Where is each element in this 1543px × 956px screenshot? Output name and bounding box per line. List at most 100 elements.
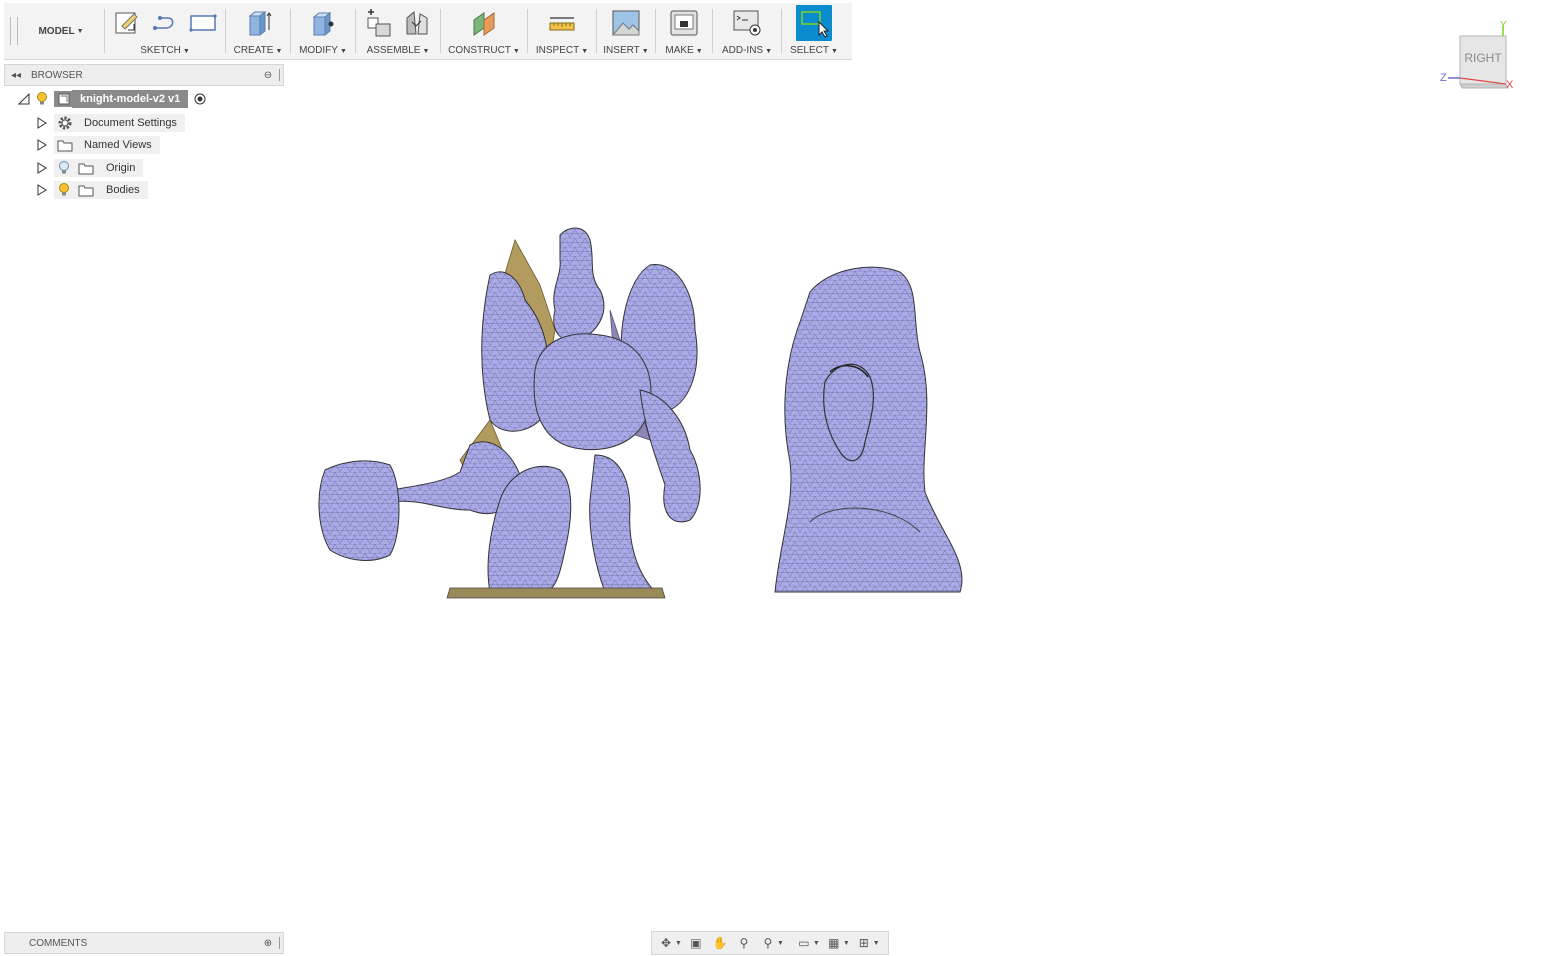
- sketch-label: SKETCH: [140, 45, 181, 56]
- activate-radio-icon[interactable]: [191, 93, 209, 105]
- fit-icon[interactable]: ⚲: [758, 935, 778, 951]
- workspace-switcher[interactable]: MODEL ▼: [18, 3, 104, 59]
- panel-resize-handle[interactable]: [279, 69, 280, 81]
- insert-group: INSERT ▼: [597, 3, 655, 59]
- chevron-down-icon[interactable]: ▼: [843, 940, 850, 947]
- chevron-down-icon: ▼: [512, 48, 520, 55]
- insert-image-icon[interactable]: [611, 8, 641, 38]
- add-comment-icon[interactable]: ⊕: [261, 938, 275, 949]
- make-menu[interactable]: MAKE ▼: [665, 45, 702, 56]
- tree-item-document-settings[interactable]: Document Settings: [36, 113, 185, 133]
- insert-label: INSERT: [603, 45, 640, 56]
- root-component[interactable]: knight-model-v2 v1: [54, 90, 189, 108]
- tree-item-label: Bodies: [98, 181, 148, 199]
- display-settings-icon[interactable]: ▭: [794, 935, 814, 951]
- viewports-icon[interactable]: ⊞: [854, 935, 874, 951]
- chevron-down-icon: ▼: [765, 48, 773, 55]
- inspect-menu[interactable]: INSPECT ▼: [536, 45, 588, 56]
- assemble-label: ASSEMBLE: [366, 45, 421, 56]
- knight-side-mesh[interactable]: [770, 262, 970, 602]
- chevron-down-icon[interactable]: ▼: [675, 940, 682, 947]
- axis-y-label: Y: [1500, 20, 1507, 31]
- select-label: SELECT: [790, 45, 829, 56]
- addins-menu[interactable]: ADD-INS ▼: [722, 45, 772, 56]
- origin-node[interactable]: Origin: [54, 159, 144, 177]
- select-menu[interactable]: SELECT ▼: [790, 45, 838, 56]
- tree-item-label: Origin: [98, 159, 144, 177]
- chevron-down-icon: ▼: [275, 48, 283, 55]
- axis-x-label: X: [1506, 79, 1514, 91]
- expanded-triangle-icon[interactable]: [18, 93, 30, 105]
- select-group: SELECT ▼: [782, 3, 846, 59]
- construct-group: CONSTRUCT ▼: [441, 3, 527, 59]
- create-sketch-icon[interactable]: [112, 8, 142, 38]
- construct-menu[interactable]: CONSTRUCT ▼: [448, 45, 520, 56]
- expand-triangle-icon[interactable]: [36, 162, 48, 174]
- joint-icon[interactable]: [402, 8, 432, 38]
- new-component-icon[interactable]: [364, 8, 394, 38]
- select-cursor-icon: [801, 11, 829, 38]
- extrude-icon[interactable]: [243, 8, 273, 38]
- create-group: CREATE ▼: [226, 3, 290, 59]
- addins-label: ADD-INS: [721, 45, 764, 56]
- knight-golem-mesh[interactable]: [310, 220, 730, 605]
- press-pull-icon[interactable]: [308, 8, 338, 38]
- chevron-down-icon: ▼: [695, 48, 703, 55]
- browser-header: ◂◂ BROWSER ⊖: [4, 64, 284, 86]
- assemble-menu[interactable]: ASSEMBLE ▼: [367, 45, 430, 56]
- expand-triangle-icon[interactable]: [36, 184, 48, 196]
- viewcube[interactable]: RIGHT Y Z X: [1440, 20, 1520, 95]
- line-icon[interactable]: [150, 8, 180, 38]
- select-button[interactable]: [796, 5, 832, 41]
- make-group: MAKE ▼: [656, 3, 712, 59]
- visibility-bulb-icon[interactable]: [30, 92, 54, 106]
- gear-icon: [54, 115, 76, 131]
- bodies-node[interactable]: Bodies: [54, 181, 148, 199]
- 3d-print-icon[interactable]: [669, 8, 699, 38]
- expand-triangle-icon[interactable]: [36, 139, 48, 151]
- pan-icon[interactable]: ✋: [710, 935, 730, 951]
- visibility-bulb-icon[interactable]: [54, 183, 74, 197]
- viewcube-face-label[interactable]: RIGHT: [1460, 51, 1506, 65]
- measure-icon[interactable]: [547, 8, 577, 38]
- insert-menu[interactable]: INSERT ▼: [603, 45, 648, 56]
- chevron-down-icon[interactable]: ▼: [813, 940, 820, 947]
- toolbar-grip[interactable]: [10, 17, 18, 45]
- axis-z-label: Z: [1440, 72, 1447, 84]
- visibility-bulb-off-icon[interactable]: [54, 161, 74, 175]
- look-at-icon[interactable]: ▣: [686, 935, 706, 951]
- collapse-panel-icon[interactable]: ◂◂: [9, 70, 23, 81]
- modify-menu[interactable]: MODIFY ▼: [299, 45, 347, 56]
- document-settings-node[interactable]: Document Settings: [54, 114, 185, 132]
- tree-item-origin[interactable]: Origin: [36, 158, 144, 178]
- chevron-down-icon[interactable]: ▼: [777, 940, 784, 947]
- inspect-group: INSPECT ▼: [528, 3, 596, 59]
- comments-title: COMMENTS: [29, 937, 88, 949]
- modify-label: MODIFY: [299, 45, 338, 56]
- sketch-menu[interactable]: SKETCH ▼: [140, 45, 190, 56]
- zoom-icon[interactable]: ⚲: [734, 935, 754, 951]
- chevron-down-icon: ▼: [76, 27, 84, 35]
- rectangle-icon[interactable]: [188, 8, 218, 38]
- named-views-node[interactable]: Named Views: [54, 136, 160, 154]
- folder-icon: [74, 161, 98, 175]
- grid-icon[interactable]: ▦: [824, 935, 844, 951]
- tree-item-named-views[interactable]: Named Views: [36, 135, 160, 155]
- tree-root[interactable]: knight-model-v2 v1: [18, 89, 209, 109]
- tree-item-bodies[interactable]: Bodies: [36, 180, 148, 200]
- chevron-down-icon[interactable]: ▼: [873, 940, 880, 947]
- create-menu[interactable]: CREATE ▼: [234, 45, 283, 56]
- orbit-icon[interactable]: ✥: [656, 935, 676, 951]
- modify-group: MODIFY ▼: [291, 3, 355, 59]
- expand-triangle-icon[interactable]: [36, 117, 48, 129]
- tree-item-label: Document Settings: [76, 114, 185, 132]
- make-label: MAKE: [665, 45, 694, 56]
- minimize-panel-icon[interactable]: ⊖: [261, 70, 275, 81]
- main-toolbar: MODEL ▼ SKETCH ▼ CREATE ▼ MODIFY ▼ ASSEMBLE ▼: [4, 3, 852, 60]
- folder-icon: [54, 138, 76, 152]
- addins-group: ADD-INS ▼: [713, 3, 781, 59]
- navigation-bar: ✥ ▼ ▣ ✋ ⚲ ⚲ ▼ ▭ ▼ ▦ ▼ ⊞ ▼: [651, 931, 889, 955]
- scripts-addins-icon[interactable]: [732, 8, 762, 38]
- offset-plane-icon[interactable]: [469, 8, 499, 38]
- panel-resize-handle[interactable]: [279, 937, 280, 949]
